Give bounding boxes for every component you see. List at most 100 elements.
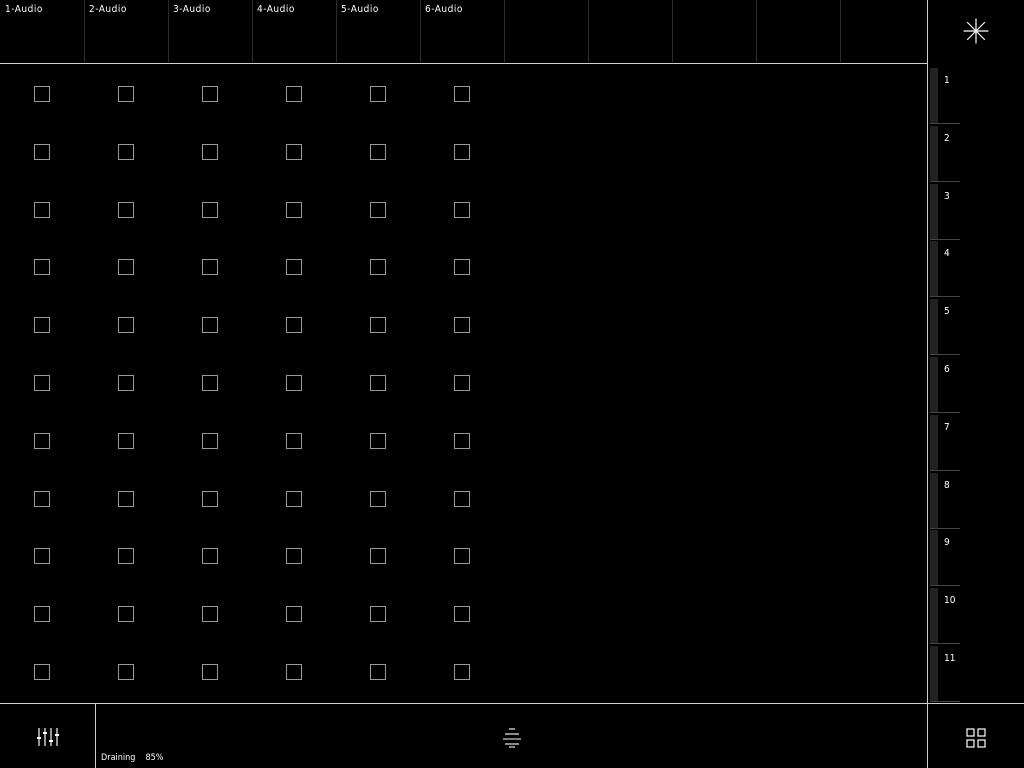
clip-slot[interactable] [202, 202, 218, 218]
clip-slot[interactable] [34, 548, 50, 564]
clip-slot[interactable] [34, 317, 50, 333]
clip-slot[interactable] [34, 433, 50, 449]
scene-8[interactable]: 8 [930, 471, 960, 529]
clip-slot[interactable] [370, 144, 386, 160]
clip-slot[interactable] [118, 491, 134, 507]
clip-slot[interactable] [118, 259, 134, 275]
clip-slot[interactable] [370, 433, 386, 449]
track-name: 1-Audio [5, 4, 43, 15]
clip-slot[interactable] [286, 202, 302, 218]
scene-5[interactable]: 5 [930, 297, 960, 355]
clip-slot[interactable] [454, 548, 470, 564]
clip-slot[interactable] [34, 606, 50, 622]
scene-2[interactable]: 2 [930, 124, 960, 182]
clip-slot[interactable] [118, 317, 134, 333]
clip-slot[interactable] [118, 664, 134, 680]
clip-slot[interactable] [286, 317, 302, 333]
clip-slot[interactable] [202, 375, 218, 391]
scene-9[interactable]: 9 [930, 528, 960, 586]
clip-slot[interactable] [202, 548, 218, 564]
clip-slot[interactable] [34, 259, 50, 275]
track-header-7[interactable] [504, 0, 588, 63]
scene-10[interactable]: 10 [930, 586, 960, 644]
clip-slot[interactable] [286, 259, 302, 275]
clip-slot[interactable] [118, 606, 134, 622]
track-name: 6-Audio [425, 4, 463, 15]
clip-slot[interactable] [454, 606, 470, 622]
clip-slot[interactable] [454, 86, 470, 102]
clip-slot[interactable] [370, 606, 386, 622]
scene-3[interactable]: 3 [930, 182, 960, 240]
clip-slot[interactable] [202, 317, 218, 333]
clip-slot[interactable] [286, 375, 302, 391]
clip-slot[interactable] [34, 664, 50, 680]
clip-slot[interactable] [34, 144, 50, 160]
clip-slot[interactable] [202, 606, 218, 622]
clip-slot[interactable] [454, 433, 470, 449]
clip-slot[interactable] [370, 491, 386, 507]
clip-slot[interactable] [454, 259, 470, 275]
clip-slot[interactable] [370, 259, 386, 275]
lines-menu-icon[interactable] [502, 726, 522, 748]
clip-slot[interactable] [118, 375, 134, 391]
clip-slot[interactable] [454, 144, 470, 160]
track-header-8[interactable] [588, 0, 672, 63]
clip-slot[interactable] [370, 548, 386, 564]
scene-6[interactable]: 6 [930, 355, 960, 413]
mixer-sliders-icon[interactable] [36, 726, 60, 748]
clip-slot[interactable] [34, 86, 50, 102]
scene-launch-bar [930, 184, 938, 239]
clip-slot[interactable] [370, 86, 386, 102]
sparkle-icon[interactable] [963, 18, 989, 44]
track-divider [252, 0, 253, 62]
grid-view-icon[interactable] [966, 728, 986, 748]
clip-slot[interactable] [202, 664, 218, 680]
clip-slot[interactable] [118, 202, 134, 218]
clip-slot[interactable] [454, 491, 470, 507]
clip-slot[interactable] [286, 144, 302, 160]
track-header-11[interactable] [840, 0, 924, 63]
clip-slot[interactable] [370, 317, 386, 333]
clip-slot[interactable] [34, 202, 50, 218]
scene-11[interactable]: 11 [930, 644, 960, 702]
track-divider [84, 0, 85, 62]
clip-slot[interactable] [118, 86, 134, 102]
scene-7[interactable]: 7 [930, 413, 960, 471]
scene-1[interactable]: 1 [930, 66, 960, 124]
clip-slot[interactable] [118, 144, 134, 160]
track-header-1[interactable]: 1-Audio [0, 0, 84, 63]
clip-slot[interactable] [202, 144, 218, 160]
clip-slot[interactable] [370, 375, 386, 391]
clip-slot[interactable] [454, 202, 470, 218]
clip-slot[interactable] [286, 606, 302, 622]
track-header-6[interactable]: 6-Audio [420, 0, 504, 63]
clip-grid [0, 64, 927, 703]
scene-4[interactable]: 4 [930, 239, 960, 297]
clip-slot[interactable] [286, 548, 302, 564]
scene-launch-bar [930, 530, 938, 585]
clip-slot[interactable] [202, 433, 218, 449]
clip-slot[interactable] [370, 664, 386, 680]
track-header-9[interactable] [672, 0, 756, 63]
bottom-divider [95, 704, 96, 768]
track-header-5[interactable]: 5-Audio [336, 0, 420, 63]
clip-slot[interactable] [454, 664, 470, 680]
clip-slot[interactable] [286, 664, 302, 680]
track-header-2[interactable]: 2-Audio [84, 0, 168, 63]
clip-slot[interactable] [286, 491, 302, 507]
track-header-4[interactable]: 4-Audio [252, 0, 336, 63]
clip-slot[interactable] [286, 86, 302, 102]
clip-slot[interactable] [202, 86, 218, 102]
track-header-10[interactable] [756, 0, 840, 63]
clip-slot[interactable] [34, 491, 50, 507]
clip-slot[interactable] [118, 433, 134, 449]
track-header-3[interactable]: 3-Audio [168, 0, 252, 63]
clip-slot[interactable] [34, 375, 50, 391]
clip-slot[interactable] [202, 491, 218, 507]
clip-slot[interactable] [370, 202, 386, 218]
clip-slot[interactable] [454, 375, 470, 391]
clip-slot[interactable] [286, 433, 302, 449]
clip-slot[interactable] [202, 259, 218, 275]
clip-slot[interactable] [118, 548, 134, 564]
clip-slot[interactable] [454, 317, 470, 333]
